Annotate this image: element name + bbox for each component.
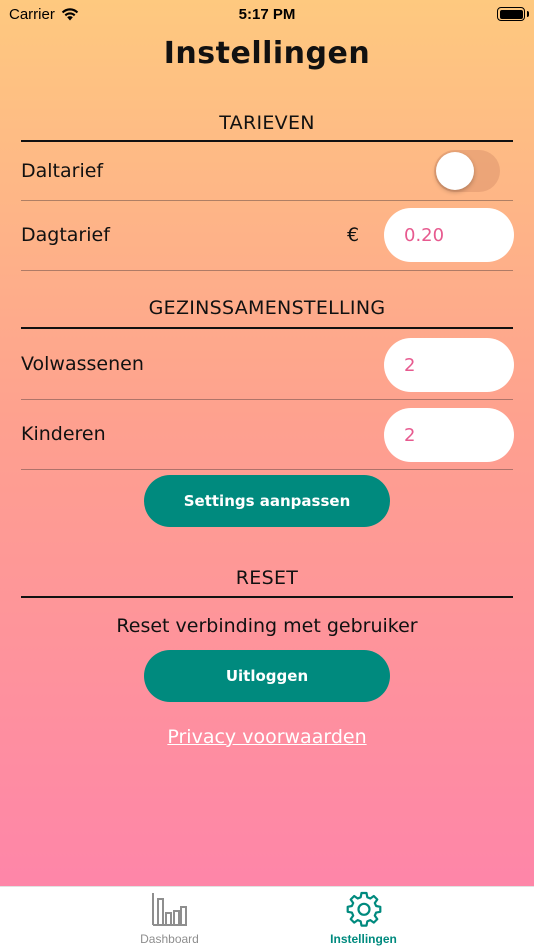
row-divider <box>21 270 513 271</box>
reset-description: Reset verbinding met gebruiker <box>116 615 418 637</box>
dagtarief-input[interactable] <box>384 208 514 262</box>
section-header-reset: RESET <box>235 567 299 589</box>
volwassenen-input[interactable] <box>384 338 514 392</box>
settings-save-button[interactable]: Settings aanpassen <box>144 475 390 527</box>
section-divider <box>21 140 513 142</box>
logout-button[interactable]: Uitloggen <box>144 650 390 702</box>
section-divider <box>21 596 513 598</box>
battery-icon <box>497 7 525 21</box>
section-header-gezinssamenstelling: GEZINSSAMENSTELLING <box>148 297 386 319</box>
row-divider <box>21 399 513 400</box>
tab-label-instellingen: Instellingen <box>330 932 397 946</box>
toggle-knob <box>436 152 474 190</box>
section-header-tarieven: TARIEVEN <box>219 112 315 134</box>
section-divider <box>21 327 513 329</box>
status-bar: Carrier 5:17 PM <box>0 0 534 30</box>
tab-bar: Dashboard Instellingen <box>0 886 534 950</box>
row-divider <box>21 200 513 201</box>
row-divider <box>21 469 513 470</box>
bar-chart-icon <box>151 893 187 926</box>
dagtarief-label: Dagtarief <box>21 224 110 246</box>
page-title: Instellingen <box>163 36 371 71</box>
gear-icon <box>346 891 381 927</box>
tab-instellingen[interactable]: Instellingen <box>230 887 497 950</box>
kinderen-label: Kinderen <box>21 423 106 445</box>
daltarief-toggle[interactable] <box>434 150 500 192</box>
privacy-link[interactable]: Privacy voorwaarden <box>0 726 534 748</box>
kinderen-input[interactable] <box>384 408 514 462</box>
daltarief-label: Daltarief <box>21 160 104 182</box>
volwassenen-label: Volwassenen <box>21 353 144 375</box>
currency-symbol: € <box>347 224 360 246</box>
status-time: 5:17 PM <box>238 6 296 23</box>
